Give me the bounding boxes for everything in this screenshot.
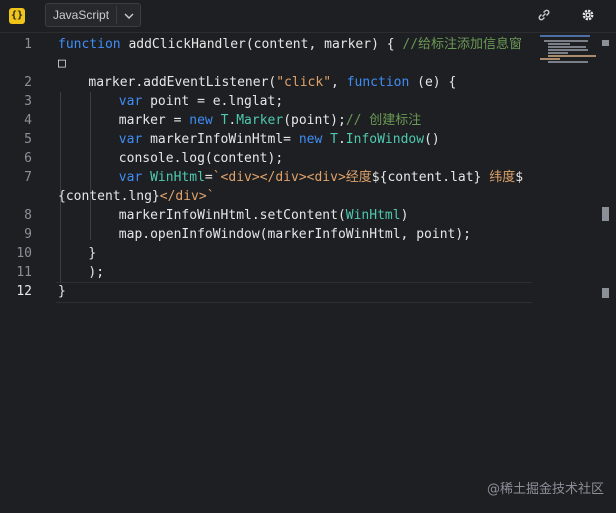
code-token: marker.addEventListener( bbox=[88, 75, 277, 90]
line-number: 2 bbox=[24, 75, 32, 90]
code-token: , bbox=[331, 75, 347, 90]
code-line: var WinHtml=`<div></div><div>经度${content… bbox=[119, 168, 523, 187]
code-token: 纬度 bbox=[481, 170, 516, 185]
line-number: 8 bbox=[24, 208, 32, 223]
language-label: JavaScript bbox=[53, 8, 110, 22]
code-token: </div>` bbox=[159, 189, 215, 204]
code-token: var bbox=[118, 94, 143, 109]
code-line: marker = new T.Marker(point);// 创建标注 bbox=[119, 111, 422, 130]
code-token: (point); bbox=[283, 113, 346, 128]
code-token: markerInfoWinHtml.setContent( bbox=[118, 208, 346, 223]
line-number: 1 bbox=[24, 37, 32, 52]
code-token: } bbox=[88, 246, 97, 261]
code-token: point = e.lnglat; bbox=[142, 94, 284, 109]
code-line: var markerInfoWinHtml= new T.InfoWindow(… bbox=[119, 130, 440, 149]
line-number: 7 bbox=[24, 170, 32, 185]
code-token: $ bbox=[515, 170, 524, 185]
code-line: function addClickHandler(content, marker… bbox=[58, 35, 522, 54]
code-line: } bbox=[88, 244, 96, 263]
line-number: 12 bbox=[16, 284, 32, 299]
code-line: ); bbox=[88, 263, 104, 282]
code-token: () bbox=[424, 132, 440, 147]
code-token: T bbox=[330, 132, 338, 147]
watermark: @稀土掘金技术社区 bbox=[486, 482, 604, 497]
code-token: ); bbox=[88, 265, 105, 280]
current-line-highlight bbox=[56, 282, 532, 303]
scrollbar-marker bbox=[602, 288, 609, 298]
language-select[interactable]: JavaScript bbox=[45, 3, 141, 27]
code-token: {content.lng} bbox=[58, 189, 160, 204]
gear-icon[interactable] bbox=[581, 8, 595, 22]
line-number: 6 bbox=[24, 151, 32, 166]
code-token: "click" bbox=[276, 75, 332, 90]
code-token: //给标注添加信息窗 bbox=[402, 37, 523, 52]
code-token: WinHtml bbox=[150, 170, 205, 185]
code-logo-icon: {} bbox=[9, 8, 25, 24]
code-token: InfoWindow bbox=[345, 132, 425, 147]
code-token: = bbox=[204, 170, 213, 185]
line-number: 4 bbox=[24, 113, 32, 128]
code-token: function bbox=[346, 75, 410, 90]
line-number: 10 bbox=[16, 246, 32, 261]
code-line: map.openInfoWindow(markerInfoWinHtml, po… bbox=[119, 225, 471, 244]
scrollbar-marker bbox=[602, 40, 609, 46]
code-line: } bbox=[58, 282, 66, 301]
code-token: ${content.lat} bbox=[371, 170, 482, 185]
line-number: 3 bbox=[24, 94, 32, 109]
link-icon[interactable] bbox=[537, 8, 551, 22]
scrollbar-marker bbox=[602, 207, 609, 221]
code-token: var bbox=[118, 132, 143, 147]
line-number: 5 bbox=[24, 132, 32, 147]
code-token: . bbox=[337, 132, 346, 147]
code-token: map.openInfoWindow(markerInfoWinHtml, po… bbox=[118, 227, 471, 242]
editor-toolbar: {} JavaScript bbox=[0, 0, 616, 33]
line-number: 11 bbox=[16, 265, 32, 280]
code-line: var point = e.lnglat; bbox=[119, 92, 283, 111]
code-token: Marker bbox=[236, 113, 284, 128]
language-divider bbox=[116, 6, 117, 24]
minimap[interactable] bbox=[540, 35, 600, 65]
code-token: marker = bbox=[118, 113, 190, 128]
code-line: {content.lng}</div>` bbox=[58, 187, 215, 206]
code-token: } bbox=[58, 284, 66, 299]
line-number: 9 bbox=[24, 227, 32, 242]
code-token: var bbox=[118, 170, 143, 185]
code-token: □ bbox=[58, 56, 66, 71]
indent-guide bbox=[90, 92, 91, 240]
code-token: WinHtml bbox=[345, 208, 401, 223]
code-token: ) bbox=[400, 208, 409, 223]
code-token: markerInfoWinHtml= bbox=[142, 132, 299, 147]
vertical-scrollbar[interactable] bbox=[602, 35, 616, 513]
code-token: new bbox=[189, 113, 213, 128]
code-token: `<div></div><div>经度 bbox=[212, 170, 372, 185]
code-token: new bbox=[298, 132, 323, 147]
code-token: // 创建标注 bbox=[345, 113, 422, 128]
code-line: □ bbox=[58, 54, 66, 73]
code-token: (e) { bbox=[409, 75, 457, 90]
code-token: addClickHandler(content, marker) { bbox=[120, 37, 403, 52]
code-line: markerInfoWinHtml.setContent(WinHtml) bbox=[119, 206, 409, 225]
code-line: console.log(content); bbox=[119, 149, 283, 168]
code-token: function bbox=[58, 37, 121, 52]
code-line: marker.addEventListener("click", functio… bbox=[88, 73, 456, 92]
chevron-down-icon[interactable] bbox=[123, 10, 135, 22]
code-token: console.log(content); bbox=[118, 151, 284, 166]
